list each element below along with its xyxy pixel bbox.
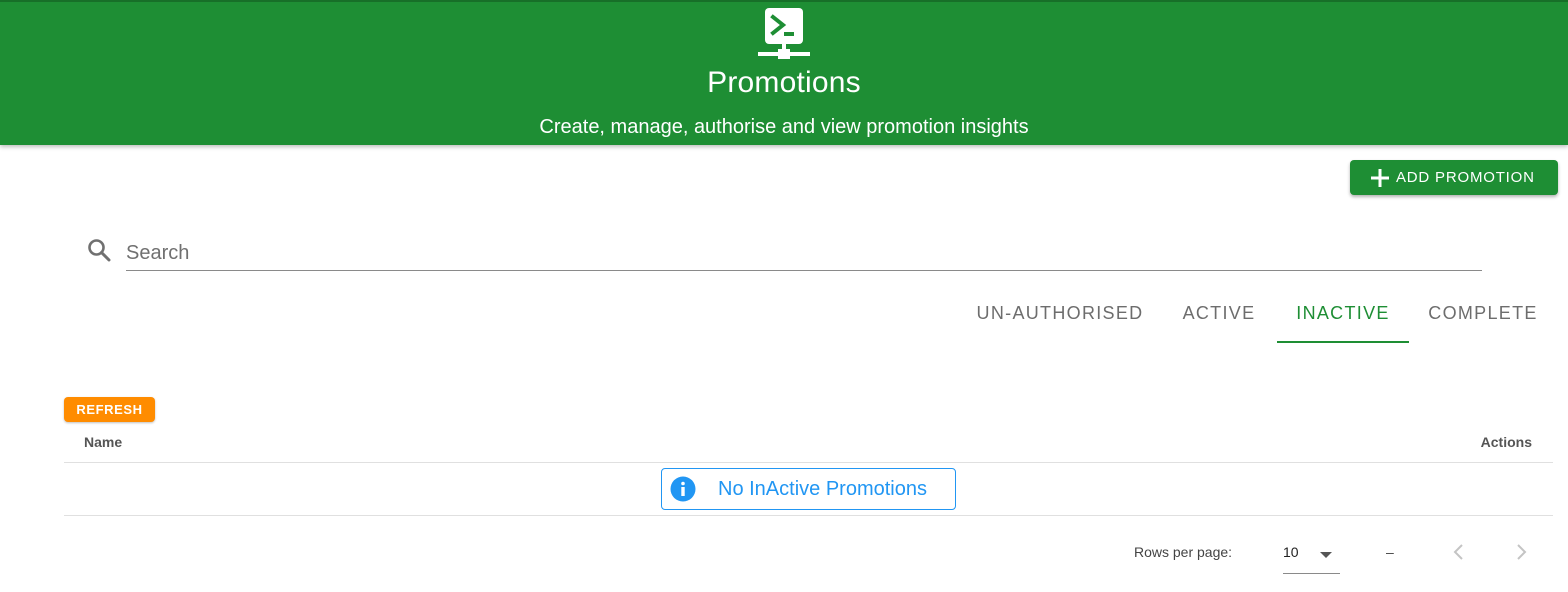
plus-icon bbox=[1371, 168, 1389, 187]
add-promotion-button[interactable]: ADD PROMOTION bbox=[1350, 160, 1558, 195]
info-icon bbox=[670, 476, 696, 502]
table-header: Name Actions bbox=[64, 424, 1553, 463]
page-subtitle: Create, manage, authorise and view promo… bbox=[539, 116, 1029, 138]
tab-complete[interactable]: COMPLETE bbox=[1412, 290, 1554, 343]
empty-state-message: No InActive Promotions bbox=[718, 477, 927, 500]
page-title: Promotions bbox=[707, 66, 861, 99]
search-input[interactable] bbox=[126, 236, 1482, 271]
empty-state-alert: No InActive Promotions bbox=[661, 468, 956, 510]
tab-active[interactable]: ACTIVE bbox=[1164, 290, 1274, 343]
column-header-actions: Actions bbox=[1480, 434, 1532, 450]
search-icon bbox=[88, 239, 111, 262]
tab-un-authorised[interactable]: UN-AUTHORISED bbox=[960, 290, 1160, 343]
status-tabs: UN-AUTHORISED ACTIVE INACTIVE COMPLETE bbox=[0, 290, 1568, 344]
rows-per-page-label: Rows per page: bbox=[1134, 544, 1233, 560]
rows-per-page-value: 10 bbox=[1283, 544, 1299, 560]
chevron-right-icon[interactable] bbox=[1509, 540, 1533, 564]
add-promotion-label: ADD PROMOTION bbox=[1396, 169, 1535, 186]
table-empty-row: No InActive Promotions bbox=[64, 463, 1553, 516]
page-header: Promotions Create, manage, authorise and… bbox=[0, 0, 1568, 145]
refresh-button[interactable]: REFRESH bbox=[64, 397, 155, 422]
rows-per-page-select[interactable]: 10 bbox=[1283, 536, 1340, 574]
tab-inactive[interactable]: INACTIVE bbox=[1277, 290, 1409, 343]
chevron-down-icon bbox=[1320, 552, 1332, 558]
column-header-name[interactable]: Name bbox=[84, 434, 122, 450]
pagination-range: – bbox=[1386, 544, 1394, 560]
terminal-network-icon bbox=[758, 8, 810, 59]
chevron-left-icon[interactable] bbox=[1447, 540, 1471, 564]
pagination: Rows per page: 10 – bbox=[0, 530, 1568, 580]
